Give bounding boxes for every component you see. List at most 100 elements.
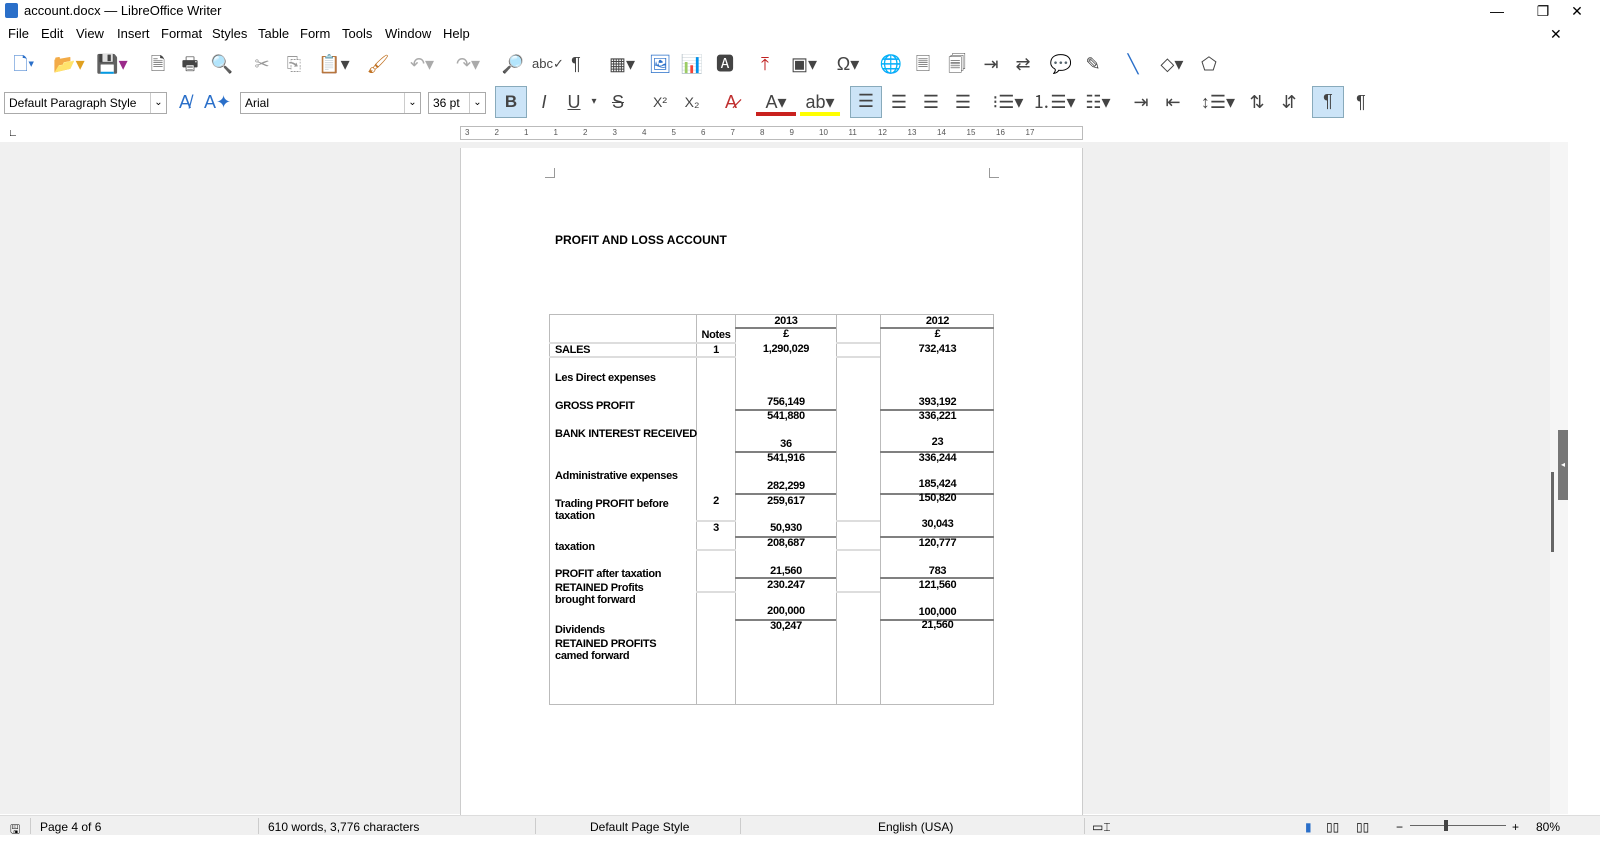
sidebar-toggle[interactable]: ◂ — [1558, 430, 1568, 500]
save-status-icon[interactable]: 🖫 — [10, 820, 20, 841]
open-folder-icon[interactable]: 📂▾ — [48, 50, 90, 78]
line-icon[interactable]: ╲ — [1120, 50, 1146, 78]
menu-edit[interactable]: Edit — [41, 26, 63, 41]
single-page-view-icon[interactable]: ▮ — [1305, 820, 1312, 834]
left-to-right-icon[interactable]: ¶ — [1312, 86, 1344, 118]
footnote-icon[interactable]: 🗏 — [910, 50, 936, 78]
save-icon[interactable]: 💾▾ — [92, 50, 132, 78]
superscript-button[interactable]: X² — [646, 88, 674, 116]
insert-field-icon[interactable]: ▣▾ — [784, 50, 824, 78]
subscript-button[interactable]: X₂ — [678, 88, 706, 116]
menu-tools[interactable]: Tools — [342, 26, 372, 41]
insert-mode-icon[interactable]: ▭⌶ — [1092, 820, 1111, 835]
increase-paragraph-spacing-icon[interactable]: ⇅ — [1244, 88, 1270, 116]
value-2012: 30,043 — [921, 518, 954, 530]
corner-mark — [989, 168, 999, 178]
insert-textbox-icon[interactable]: 🅰 — [712, 50, 738, 78]
scrollbar-thumb[interactable] — [1551, 472, 1554, 552]
justify-button[interactable]: ☰ — [950, 88, 976, 116]
cell-border — [836, 520, 880, 522]
insert-table-icon[interactable]: ▦▾ — [602, 50, 642, 78]
cell-border — [836, 549, 880, 551]
zoom-level[interactable]: 80% — [1536, 820, 1560, 834]
copy-icon[interactable]: ⎘ — [282, 50, 306, 78]
decrease-paragraph-spacing-icon[interactable]: ⇵ — [1276, 88, 1302, 116]
ordered-list-icon[interactable]: ⒈☰▾ — [1032, 88, 1076, 116]
language[interactable]: English (USA) — [878, 820, 953, 834]
basic-shapes-icon[interactable]: ◇▾ — [1152, 50, 1192, 78]
paragraph-style-select[interactable]: Default Paragraph Style ⌄ — [4, 92, 167, 114]
zoom-out-button[interactable]: − — [1396, 820, 1403, 834]
paste-icon[interactable]: 📋▾ — [314, 50, 354, 78]
close-button[interactable]: ✕ — [1554, 0, 1600, 22]
underline-dropdown-icon[interactable]: ▾ — [588, 88, 600, 116]
cross-reference-icon[interactable]: ⇄ — [1010, 50, 1036, 78]
insert-image-icon[interactable]: 🖼 — [648, 50, 672, 78]
clear-formatting-icon[interactable]: A̷ — [718, 88, 744, 116]
decrease-indent-icon[interactable]: ⇤ — [1160, 88, 1186, 116]
word-count[interactable]: 610 words, 3,776 characters — [268, 820, 419, 834]
clone-formatting-icon[interactable]: 🖌 — [366, 50, 390, 78]
align-right-button[interactable]: ☰ — [918, 88, 944, 116]
new-document-icon[interactable]: 🗋▾ — [6, 50, 42, 78]
menu-view[interactable]: View — [76, 26, 104, 41]
strikethrough-button[interactable]: S — [606, 88, 630, 116]
bookmark-icon[interactable]: ⇥ — [978, 50, 1004, 78]
comment-icon[interactable]: 💬 — [1048, 50, 1074, 78]
find-replace-icon[interactable]: 🔎 — [500, 50, 526, 78]
tab-stop-selector[interactable]: ∟ — [8, 128, 18, 139]
new-style-icon[interactable]: A✦ — [204, 88, 231, 116]
value-2013: 230.247 — [767, 579, 805, 591]
line-spacing-icon[interactable]: ↕☰▾ — [1198, 88, 1238, 116]
special-character-icon[interactable]: Ω▾ — [828, 50, 868, 78]
page-style[interactable]: Default Page Style — [590, 820, 689, 834]
zoom-slider-handle[interactable] — [1444, 820, 1448, 831]
insert-chart-icon[interactable]: 📊 — [680, 50, 704, 78]
right-to-left-icon[interactable]: ¶ — [1348, 88, 1374, 116]
align-center-button[interactable]: ☰ — [886, 88, 912, 116]
font-color-icon[interactable]: A▾ — [756, 88, 796, 116]
vertical-scrollbar[interactable]: ◂ — [1550, 142, 1568, 814]
menu-styles[interactable]: Styles — [212, 26, 247, 41]
italic-button[interactable]: I — [532, 88, 556, 116]
book-view-icon[interactable]: ▯▯ — [1356, 820, 1369, 834]
highlight-color-icon[interactable]: ab▾ — [800, 88, 840, 116]
menu-window[interactable]: Window — [385, 26, 431, 41]
increase-indent-icon[interactable]: ⇥ — [1128, 88, 1154, 116]
endnote-icon[interactable]: 🗐 — [944, 50, 970, 78]
multi-page-view-icon[interactable]: ▯▯ — [1326, 820, 1339, 834]
close-document-icon[interactable]: ✕ — [1550, 26, 1562, 43]
menu-format[interactable]: Format — [161, 26, 202, 41]
align-left-button[interactable]: ☰ — [850, 86, 882, 118]
export-pdf-icon[interactable]: 🗎 — [146, 50, 170, 78]
menu-insert[interactable]: Insert — [117, 26, 150, 41]
font-size-select[interactable]: 36 pt ⌄ — [428, 92, 486, 114]
draw-functions-icon[interactable]: ⬠ — [1196, 50, 1222, 78]
font-name-select[interactable]: Arial ⌄ — [240, 92, 421, 114]
cut-icon[interactable]: ✂ — [250, 50, 274, 78]
zoom-in-button[interactable]: + — [1512, 820, 1519, 834]
ruler-tick-label: 13 — [907, 128, 917, 137]
hyperlink-icon[interactable]: 🌐 — [878, 50, 904, 78]
minimize-button[interactable]: — — [1474, 0, 1520, 22]
page-count[interactable]: Page 4 of 6 — [40, 820, 101, 834]
track-changes-icon[interactable]: ✎ — [1080, 50, 1106, 78]
page-break-icon[interactable]: ⤒ — [752, 50, 778, 78]
menu-help[interactable]: Help — [443, 26, 470, 41]
menu-file[interactable]: File — [8, 26, 29, 41]
print-icon[interactable]: 🖶 — [178, 50, 202, 78]
menu-table[interactable]: Table — [258, 26, 289, 41]
spelling-icon[interactable]: abc✓ — [532, 50, 564, 78]
horizontal-ruler[interactable]: 3 2 1 1 2 3 4 5 6 7 8 9 10 11 12 13 14 15 16 17 — [460, 126, 1083, 140]
redo-icon[interactable]: ↷▾ — [448, 50, 488, 78]
zoom-slider[interactable] — [1410, 825, 1506, 826]
print-preview-icon[interactable]: 🔍 — [210, 50, 234, 78]
formatting-marks-icon[interactable]: ¶ — [564, 50, 588, 78]
underline-button[interactable]: U — [562, 88, 586, 116]
outline-list-icon[interactable]: ☷▾ — [1078, 88, 1118, 116]
unordered-list-icon[interactable]: ⁝☰▾ — [986, 88, 1030, 116]
menu-form[interactable]: Form — [300, 26, 330, 41]
bold-button[interactable]: B — [495, 86, 527, 118]
undo-icon[interactable]: ↶▾ — [402, 50, 442, 78]
update-style-icon[interactable]: A̸ — [172, 88, 198, 116]
